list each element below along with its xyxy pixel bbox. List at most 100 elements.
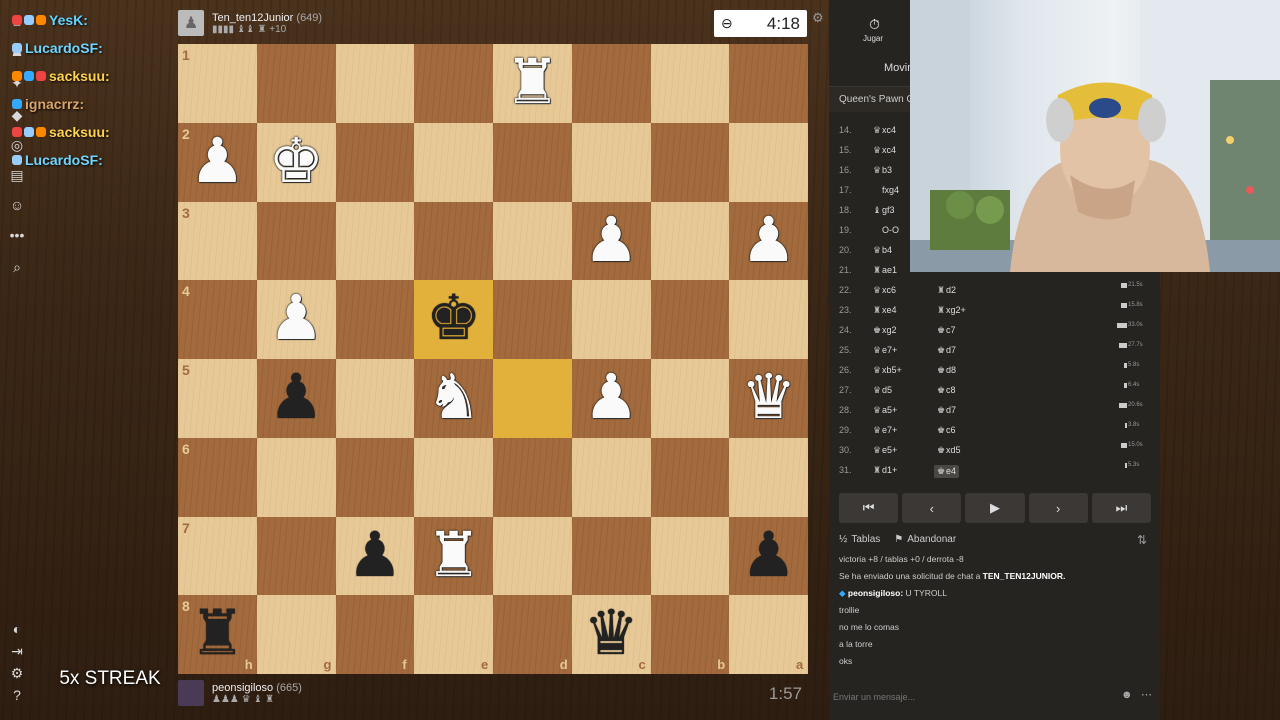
- white-move[interactable]: ♛e5+: [873, 445, 897, 456]
- black-king-icon[interactable]: ♚: [414, 280, 493, 359]
- white-rook-icon[interactable]: ♜: [493, 44, 572, 123]
- collapse-icon[interactable]: ⇥: [8, 642, 26, 660]
- black-pawn-icon[interactable]: ♟: [257, 359, 336, 438]
- black-move[interactable]: ♚d7: [937, 405, 956, 416]
- white-move[interactable]: ♛d5: [873, 385, 892, 396]
- white-move[interactable]: ♛xc4: [873, 145, 896, 156]
- white-move[interactable]: ♜d1+: [873, 465, 897, 476]
- white-move[interactable]: ♜ae1: [873, 265, 897, 276]
- white-move[interactable]: ♚xg2: [873, 325, 897, 336]
- white-knight-icon[interactable]: ♞: [414, 359, 493, 438]
- board-square[interactable]: [650, 359, 730, 438]
- black-move[interactable]: ♜xg2+: [937, 305, 966, 316]
- black-rook-icon[interactable]: ♜: [178, 595, 257, 674]
- white-rook-icon[interactable]: ♜: [414, 517, 493, 596]
- board-square[interactable]: [729, 280, 808, 359]
- black-move[interactable]: ♚c8: [937, 385, 956, 396]
- board-square[interactable]: [493, 280, 572, 359]
- board-square[interactable]: [650, 437, 730, 517]
- black-move[interactable]: ♚e4: [934, 465, 960, 478]
- white-pawn-icon[interactable]: ♟: [572, 359, 651, 438]
- chat-input[interactable]: [833, 688, 1153, 706]
- board-square[interactable]: [256, 201, 336, 281]
- social-icon[interactable]: ☺: [8, 196, 26, 214]
- board-square[interactable]: [335, 122, 415, 202]
- board-square[interactable]: [335, 280, 415, 359]
- board-square[interactable]: [729, 44, 808, 123]
- board-square[interactable]: [335, 359, 415, 438]
- board-square[interactable]: [571, 516, 651, 596]
- black-move[interactable]: ♚c7: [937, 325, 956, 336]
- emoji-icon[interactable]: ☻: [1121, 689, 1133, 701]
- board-square[interactable]: [493, 516, 572, 596]
- flip-board-icon[interactable]: ⇅: [1137, 533, 1147, 547]
- board-square[interactable]: [414, 122, 493, 202]
- white-move[interactable]: fxg4: [873, 185, 899, 195]
- board-square[interactable]: [335, 201, 415, 281]
- gear-icon[interactable]: ⚙: [812, 10, 824, 26]
- board-square[interactable]: [650, 280, 730, 359]
- board-square[interactable]: [493, 122, 572, 202]
- board-square[interactable]: [493, 437, 572, 517]
- black-move[interactable]: ♚d7: [937, 345, 956, 356]
- white-move[interactable]: O-O: [873, 225, 899, 235]
- white-move[interactable]: ♛xc6: [873, 285, 896, 296]
- white-move[interactable]: ♛a5+: [873, 405, 897, 416]
- top-player-name[interactable]: Ten_ten12Junior: [212, 12, 293, 24]
- white-move[interactable]: ♛e7+: [873, 425, 897, 436]
- black-move[interactable]: ♚xd5: [937, 445, 961, 456]
- first-move-button[interactable]: ⏮: [839, 493, 899, 523]
- white-queen-icon[interactable]: ♛: [729, 359, 808, 438]
- board-square[interactable]: [571, 44, 651, 123]
- more-options-icon[interactable]: ⋯: [1141, 688, 1152, 701]
- resign-button[interactable]: ⚑ Abandonar: [894, 534, 956, 548]
- board-square[interactable]: [493, 201, 572, 281]
- search-icon[interactable]: ⌕: [8, 258, 26, 276]
- white-move[interactable]: ♛e7+: [873, 345, 897, 356]
- board-square[interactable]: [335, 44, 415, 123]
- black-move[interactable]: ♚d8: [937, 365, 956, 376]
- white-pawn-icon[interactable]: ♟: [729, 202, 808, 281]
- board-square[interactable]: [729, 122, 808, 202]
- theme-toggle-icon[interactable]: ◐: [8, 620, 26, 638]
- board-square[interactable]: [571, 437, 651, 517]
- board-square[interactable]: [414, 437, 493, 517]
- previous-move-button[interactable]: ‹: [902, 493, 962, 523]
- white-pawn-icon[interactable]: ♟: [257, 280, 336, 359]
- play-button[interactable]: ▶: [965, 493, 1025, 523]
- black-queen-icon[interactable]: ♛: [572, 595, 651, 674]
- next-move-button[interactable]: ›: [1028, 493, 1088, 523]
- board-square[interactable]: [571, 280, 651, 359]
- white-king-icon[interactable]: ♚: [257, 123, 336, 202]
- white-move[interactable]: ♛b3: [873, 165, 892, 176]
- board-square[interactable]: [256, 44, 336, 123]
- black-pawn-icon[interactable]: ♟: [336, 517, 415, 596]
- black-pawn-icon[interactable]: ♟: [729, 517, 808, 596]
- board-square[interactable]: [335, 437, 415, 517]
- top-player-avatar[interactable]: ♟: [178, 10, 204, 36]
- more-icon[interactable]: •••: [8, 226, 26, 244]
- board-square[interactable]: [414, 201, 493, 281]
- board-square[interactable]: [650, 201, 730, 281]
- chess-board[interactable]: 1 2 3 4 5 6 7 8 h g f e d c b a ♜ ♟ ♚ ♟ ♟ ♟ ♚ ♟ ♞ ♟ ♛ ♟ ♜ ♟ ♜ ♛: [178, 44, 808, 674]
- board-square[interactable]: [493, 359, 572, 438]
- board-square[interactable]: [650, 44, 730, 123]
- white-move[interactable]: ♛xc4: [873, 125, 896, 136]
- bottom-player-name[interactable]: peonsigiloso: [212, 682, 273, 694]
- black-move[interactable]: ♚c6: [937, 425, 956, 436]
- board-square[interactable]: [256, 516, 336, 596]
- board-square[interactable]: [571, 122, 651, 202]
- white-move[interactable]: ♛xb5+: [873, 365, 902, 376]
- last-move-button[interactable]: ⏭: [1091, 493, 1152, 523]
- black-move[interactable]: ♜d2: [937, 285, 956, 296]
- white-pawn-icon[interactable]: ♟: [178, 123, 257, 202]
- board-square[interactable]: [729, 437, 808, 517]
- board-square[interactable]: [256, 437, 336, 517]
- board-square[interactable]: [414, 44, 493, 123]
- board-square[interactable]: [650, 122, 730, 202]
- white-move[interactable]: ♛b4: [873, 245, 892, 256]
- white-move[interactable]: ♜xe4: [873, 305, 897, 316]
- board-square[interactable]: [650, 516, 730, 596]
- draw-button[interactable]: ½ Tablas: [839, 534, 880, 548]
- white-move[interactable]: ♝gf3: [873, 205, 895, 216]
